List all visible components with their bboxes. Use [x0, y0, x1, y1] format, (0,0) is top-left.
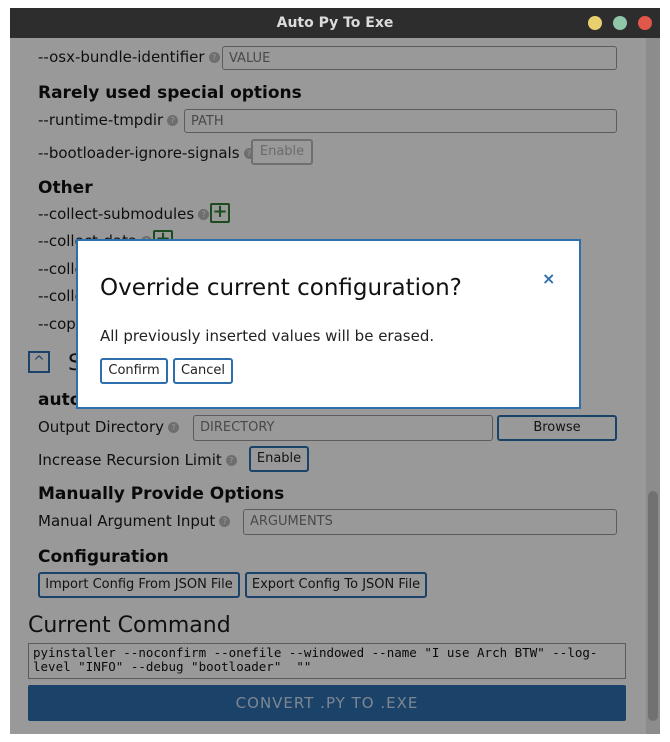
dialog-title: Override current configuration?	[100, 275, 462, 301]
maximize-button[interactable]	[613, 16, 627, 30]
dialog-message: All previously inserted values will be e…	[100, 327, 435, 345]
window-title: Auto Py To Exe	[276, 15, 394, 31]
confirm-button[interactable]: Confirm	[100, 358, 168, 384]
close-window-button[interactable]	[638, 16, 652, 30]
title-bar: Auto Py To Exe	[10, 8, 660, 38]
cancel-button[interactable]: Cancel	[173, 358, 233, 384]
close-icon[interactable]: ×	[542, 269, 555, 288]
confirm-dialog: Override current configuration? × All pr…	[76, 239, 581, 409]
minimize-button[interactable]	[588, 16, 602, 30]
